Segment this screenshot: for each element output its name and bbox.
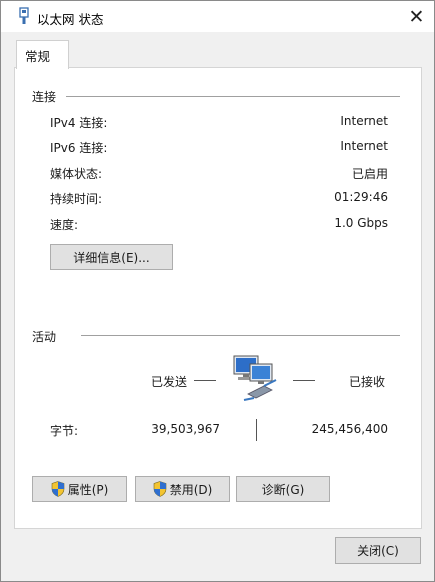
properties-button-label: 属性(P) (67, 482, 109, 497)
diagnose-button[interactable]: 诊断(G) (236, 476, 330, 502)
section-title-activity: 活动 (32, 330, 57, 344)
ipv4-value: Internet (340, 114, 388, 128)
ipv4-label: IPv4 连接: (50, 116, 108, 130)
media-state-value: 已启用 (351, 167, 388, 181)
uac-shield-icon (153, 481, 166, 497)
disable-button-label: 禁用(D) (169, 482, 213, 497)
details-button[interactable]: 详细信息(E)... (50, 244, 173, 270)
tab-general[interactable]: 常规 (16, 40, 69, 69)
media-state-label: 媒体状态: (50, 167, 103, 181)
network-computers-icon (233, 355, 277, 401)
diagnose-button-label: 诊断(G) (261, 482, 305, 497)
window-title: 以太网 状态 (37, 12, 104, 27)
ethernet-status-dialog: 以太网 状态 ✕ 常规 连接 IPv4 连接: Internet IPv6 连接… (0, 0, 435, 582)
ipv6-value: Internet (340, 139, 388, 153)
bytes-sent-value: 39,503,967 (151, 422, 220, 436)
close-icon[interactable]: ✕ (399, 1, 434, 32)
speed-value: 1.0 Gbps (334, 216, 388, 230)
tab-panel-general (14, 67, 422, 529)
bytes-received-value: 245,456,400 (311, 422, 388, 436)
received-label: 已接收 (349, 375, 386, 389)
duration-label: 持续时间: (50, 192, 103, 206)
ipv6-label: IPv6 连接: (50, 141, 108, 155)
network-adapter-icon (19, 7, 29, 24)
section-divider (81, 335, 400, 336)
sent-label: 已发送 (151, 375, 188, 389)
sent-line (194, 380, 216, 381)
bytes-label: 字节: (50, 424, 79, 438)
close-button-label: 关闭(C) (357, 544, 399, 558)
section-divider (66, 96, 400, 97)
speed-label: 速度: (50, 218, 79, 232)
close-button[interactable]: 关闭(C) (335, 537, 421, 564)
section-title-connection: 连接 (32, 90, 57, 104)
received-line (293, 380, 315, 381)
title-bar: 以太网 状态 ✕ (1, 1, 434, 32)
duration-value: 01:29:46 (334, 190, 388, 204)
bytes-separator (256, 419, 257, 441)
properties-button[interactable]: 属性(P) (32, 476, 127, 502)
tab-label: 常规 (25, 49, 51, 64)
details-button-label: 详细信息(E)... (73, 250, 150, 265)
disable-button[interactable]: 禁用(D) (135, 476, 230, 502)
uac-shield-icon (51, 481, 64, 497)
